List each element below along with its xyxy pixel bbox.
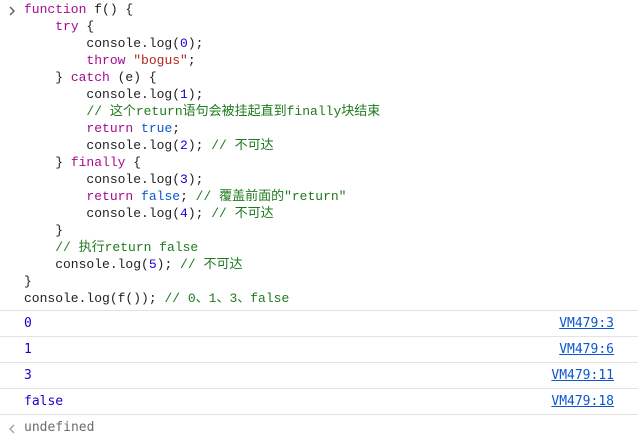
- source-link[interactable]: VM479:11: [551, 368, 614, 383]
- code-token: );: [156, 257, 181, 272]
- code-token: catch: [70, 70, 110, 85]
- output-value: 3: [24, 368, 32, 383]
- console-output-row: 0 VM479:3: [0, 310, 638, 336]
- code-token: false: [141, 189, 181, 204]
- code-token: 2: [180, 138, 188, 153]
- code-token: ;: [187, 53, 196, 68]
- console-output-list: 0 VM479:3 1 VM479:6 3 VM479:11 false VM4…: [0, 310, 638, 414]
- chevron-left-icon: [9, 424, 15, 434]
- code-line: console.log(1);: [24, 86, 638, 103]
- result-value: undefined: [24, 420, 95, 435]
- output-value: false: [24, 394, 64, 409]
- code-token: 4: [180, 206, 188, 221]
- code-line: function f() {: [24, 1, 638, 18]
- console-result-row: undefined: [0, 414, 638, 440]
- code-token: );: [187, 87, 204, 102]
- code-line: return false; // 覆盖前面的"return": [24, 188, 638, 205]
- code-token: finally: [70, 155, 126, 170]
- code-line: throw "bogus";: [24, 52, 638, 69]
- console-output-row: false VM479:18: [0, 388, 638, 414]
- output-value: 0: [24, 316, 32, 331]
- code-line: console.log(0);: [24, 35, 638, 52]
- code-token: console.log(: [24, 257, 149, 272]
- code-line: console.log(5); // 不可达: [24, 256, 638, 273]
- code-token: console.log(: [24, 172, 181, 187]
- source-link[interactable]: VM479:18: [551, 394, 614, 409]
- code-token: // 执行return false: [55, 240, 199, 255]
- devtools-console: function f() { try { console.log(0); thr…: [0, 0, 638, 438]
- code-line: // 执行return false: [24, 239, 638, 256]
- code-token: {: [125, 155, 142, 170]
- code-token: "bogus": [133, 53, 188, 68]
- code-line: // 这个return语句会被挂起直到finally块结束: [24, 103, 638, 120]
- code-token: (e) {: [109, 70, 157, 85]
- code-token: throw: [86, 53, 126, 68]
- code-line: } finally {: [24, 154, 638, 171]
- code-token: 1: [180, 87, 188, 102]
- code-line: console.log(3);: [24, 171, 638, 188]
- code-token: // 不可达: [211, 206, 274, 221]
- chevron-right-icon: [9, 6, 16, 16]
- code-token: // 不可达: [211, 138, 274, 153]
- code-token: try: [55, 19, 79, 34]
- code-line: }: [24, 222, 638, 239]
- code-token: true: [141, 121, 173, 136]
- code-token: console.log(: [24, 138, 181, 153]
- code-token: 5: [148, 257, 157, 272]
- code-line: console.log(4); // 不可达: [24, 205, 638, 222]
- code-line: console.log(f()); // 0、1、3、false: [24, 290, 638, 307]
- code-line: try {: [24, 18, 638, 35]
- source-link[interactable]: VM479:6: [559, 342, 614, 357]
- code-token: console.log(: [24, 36, 181, 51]
- code-token: console.log(: [24, 87, 181, 102]
- code-token: }: [24, 70, 71, 85]
- code-token: }: [24, 223, 64, 238]
- code-token: console.log(: [24, 206, 181, 221]
- output-value: 1: [24, 342, 32, 357]
- code-token: );: [187, 138, 212, 153]
- code-token: function: [24, 2, 87, 17]
- code-line: }: [24, 273, 638, 290]
- code-token: // 0、1、3、false: [164, 291, 290, 306]
- code-token: );: [187, 172, 204, 187]
- code-token: // 不可达: [180, 257, 243, 272]
- code-token: {: [78, 19, 95, 34]
- code-token: ;: [172, 121, 181, 136]
- console-output-row: 1 VM479:6: [0, 336, 638, 362]
- code-line: return true;: [24, 120, 638, 137]
- code-token: );: [187, 206, 212, 221]
- code-token: f() {: [86, 2, 134, 17]
- console-output-row: 3 VM479:11: [0, 362, 638, 388]
- code-token: return: [86, 189, 134, 204]
- code-token: // 这个return语句会被挂起直到finally块结束: [86, 104, 381, 119]
- console-input-entry: function f() { try { console.log(0); thr…: [0, 0, 638, 307]
- code-token: }: [24, 155, 71, 170]
- code-token: 3: [180, 172, 188, 187]
- code-token: console.log(f());: [24, 291, 165, 306]
- code-token: );: [187, 36, 204, 51]
- code-token: }: [24, 274, 32, 289]
- code-block: function f() { try { console.log(0); thr…: [0, 0, 638, 307]
- code-token: 0: [180, 36, 188, 51]
- code-token: // 覆盖前面的"return": [195, 189, 347, 204]
- code-token: return: [86, 121, 134, 136]
- code-line: console.log(2); // 不可达: [24, 137, 638, 154]
- code-token: ;: [180, 189, 196, 204]
- source-link[interactable]: VM479:3: [559, 316, 614, 331]
- code-line: } catch (e) {: [24, 69, 638, 86]
